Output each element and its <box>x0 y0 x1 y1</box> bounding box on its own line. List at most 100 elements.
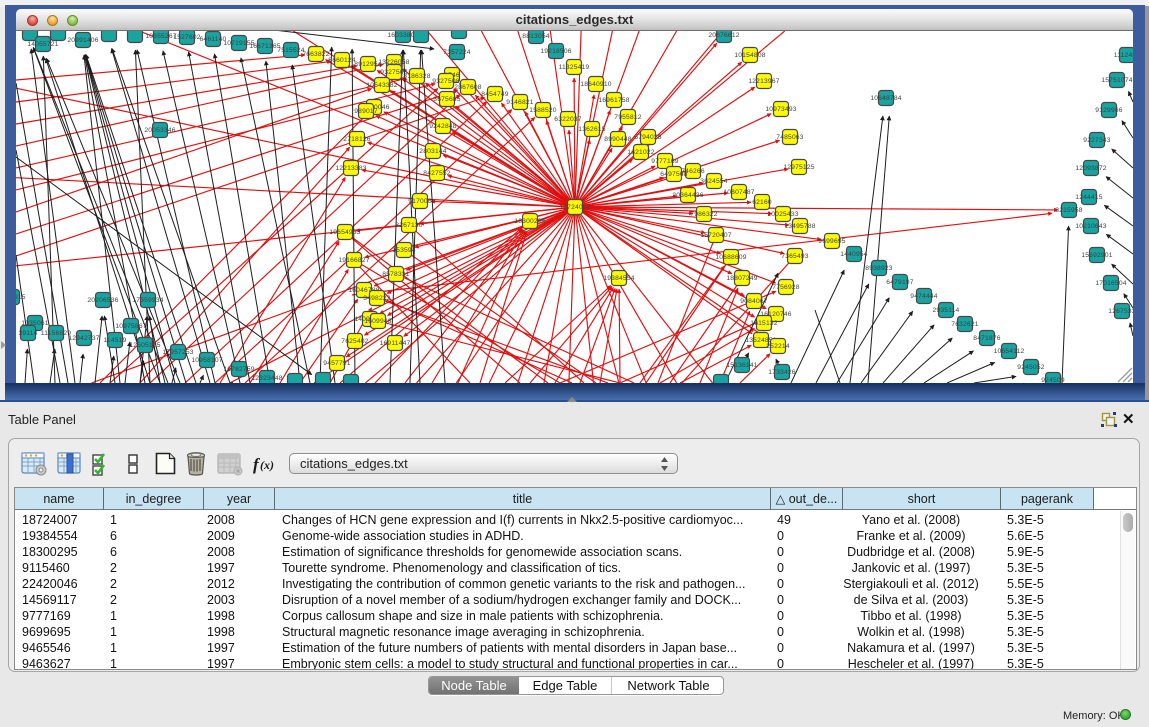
svg-text:7663822: 7663822 <box>302 51 330 58</box>
svg-text:7365493: 7365493 <box>781 253 809 260</box>
svg-text:7485063: 7485063 <box>776 134 804 141</box>
svg-text:10973493: 10973493 <box>765 106 796 113</box>
svg-text:1362615: 1362615 <box>578 126 606 133</box>
svg-text:9242848: 9242848 <box>429 123 457 130</box>
svg-text:20991406: 20991406 <box>67 37 98 44</box>
svg-text:1615132: 1615132 <box>750 320 778 327</box>
svg-text:7625402: 7625402 <box>341 338 369 345</box>
svg-text:1621022: 1621022 <box>627 149 655 156</box>
svg-text:13495788: 13495788 <box>784 223 815 230</box>
svg-text:19166827: 19166827 <box>338 257 369 264</box>
svg-text:17957253: 17957253 <box>162 349 193 356</box>
svg-text:10154808: 10154808 <box>734 52 765 59</box>
svg-text:6322037: 6322037 <box>554 116 582 123</box>
svg-text:7357224: 7357224 <box>443 49 471 56</box>
svg-text:19218506: 19218506 <box>540 48 571 55</box>
svg-text:20876612: 20876612 <box>708 32 739 39</box>
svg-text:15720407: 15720407 <box>700 232 731 239</box>
svg-text:3624554: 3624554 <box>700 178 728 185</box>
svg-text:11325419: 11325419 <box>559 64 590 71</box>
svg-text:7756928: 7756928 <box>772 284 800 291</box>
svg-text:153594: 153594 <box>392 247 416 254</box>
svg-text:9227343: 9227343 <box>1083 137 1111 144</box>
svg-text:2867608: 2867608 <box>454 84 482 91</box>
svg-text:16961758: 16961758 <box>598 97 629 104</box>
svg-text:10210643: 10210643 <box>1075 223 1106 230</box>
svg-text:9777169: 9777169 <box>651 158 679 165</box>
svg-text:14055721: 14055721 <box>27 41 58 48</box>
svg-text:1609948: 1609948 <box>364 318 392 325</box>
svg-text:2718126: 2718126 <box>343 136 371 143</box>
svg-text:9474444: 9474444 <box>910 293 938 300</box>
svg-text:9129966: 9129966 <box>1095 107 1123 114</box>
svg-text:9457791: 9457791 <box>323 360 351 367</box>
svg-text:12323448: 12323448 <box>251 375 282 382</box>
svg-text:2935114: 2935114 <box>933 307 960 314</box>
svg-text:252214: 252214 <box>766 343 790 350</box>
svg-text:3267130: 3267130 <box>395 222 423 229</box>
svg-text:1267533: 1267533 <box>1108 308 1133 315</box>
svg-text:9245052: 9245052 <box>1017 364 1045 371</box>
svg-text:9146821: 9146821 <box>506 99 534 106</box>
svg-text:18724007: 18724007 <box>559 204 590 211</box>
svg-text:6479197: 6479197 <box>886 279 914 286</box>
svg-text:18807249: 18807249 <box>726 275 757 282</box>
svg-text:12213383: 12213383 <box>335 165 366 172</box>
svg-text:17359934: 17359934 <box>132 297 163 304</box>
svg-text:1244415: 1244415 <box>1075 194 1103 201</box>
svg-text:7955812: 7955812 <box>614 114 642 121</box>
svg-text:2803144: 2803144 <box>419 148 447 155</box>
svg-text:1588520: 1588520 <box>529 107 557 114</box>
svg-text:1112480: 1112480 <box>1114 52 1133 59</box>
svg-text:20364436: 20364436 <box>672 192 703 199</box>
svg-text:7515524: 7515524 <box>277 47 305 54</box>
svg-text:12093872: 12093872 <box>1075 165 1106 172</box>
svg-text:7986322: 7986322 <box>690 211 718 218</box>
svg-text:17016504: 17016504 <box>1095 280 1126 287</box>
svg-text:114519: 114519 <box>103 337 126 344</box>
svg-text:6497568: 6497568 <box>660 171 688 178</box>
svg-text:10975867: 10975867 <box>115 323 146 330</box>
svg-text:8454749: 8454749 <box>481 91 509 98</box>
svg-text:9084067: 9084067 <box>740 298 768 305</box>
svg-text:10648784: 10648784 <box>870 95 901 102</box>
svg-text:989017: 989017 <box>354 108 378 115</box>
svg-text:10025433: 10025433 <box>767 211 798 218</box>
svg-text:2616915: 2616915 <box>16 294 26 301</box>
svg-text:10807487: 10807487 <box>723 189 754 196</box>
svg-text:8813054: 8813054 <box>522 33 550 40</box>
svg-text:8427552: 8427552 <box>423 170 451 177</box>
svg-text:7632621: 7632621 <box>951 321 979 328</box>
svg-text:8938923: 8938923 <box>865 265 893 272</box>
svg-text:924509: 924509 <box>1041 377 1065 383</box>
svg-text:8215958: 8215958 <box>1055 207 1083 214</box>
svg-text:20206536: 20206536 <box>87 297 118 304</box>
svg-text:3498222: 3498222 <box>363 295 391 302</box>
svg-text:15136141: 15136141 <box>726 362 757 369</box>
svg-text:19654933: 19654933 <box>329 229 360 236</box>
svg-text:18640910: 18640910 <box>580 81 611 88</box>
svg-text:1733426: 1733426 <box>768 369 796 376</box>
svg-text:6794028: 6794028 <box>634 134 662 141</box>
svg-text:15751074: 15751074 <box>1101 77 1132 84</box>
svg-text:12505135: 12505135 <box>129 342 160 349</box>
svg-text:39114: 39114 <box>18 330 37 337</box>
svg-text:10958107: 10958107 <box>191 357 222 364</box>
svg-text:8990448: 8990448 <box>604 136 632 143</box>
svg-text:15692901: 15692901 <box>1081 252 1112 259</box>
svg-text:1527602: 1527602 <box>173 34 201 41</box>
svg-text:10655267: 10655267 <box>145 33 176 40</box>
svg-text:20053346: 20053346 <box>144 127 175 134</box>
svg-text:11156829: 11156829 <box>41 330 71 337</box>
svg-text:9699695: 9699695 <box>818 238 846 245</box>
svg-text:917006: 917006 <box>408 198 432 205</box>
svg-text:10688609: 10688609 <box>715 254 746 261</box>
svg-text:10654112: 10654112 <box>994 348 1025 355</box>
svg-text:16671365: 16671365 <box>249 43 280 50</box>
svg-text:19384554: 19384554 <box>603 275 634 282</box>
svg-text:12213967: 12213967 <box>748 78 779 85</box>
svg-text:18300295: 18300295 <box>514 218 545 225</box>
svg-text:8186328: 8186328 <box>403 73 431 80</box>
svg-text:3675685: 3675685 <box>433 96 461 103</box>
svg-text:(x): (x) <box>260 458 274 472</box>
